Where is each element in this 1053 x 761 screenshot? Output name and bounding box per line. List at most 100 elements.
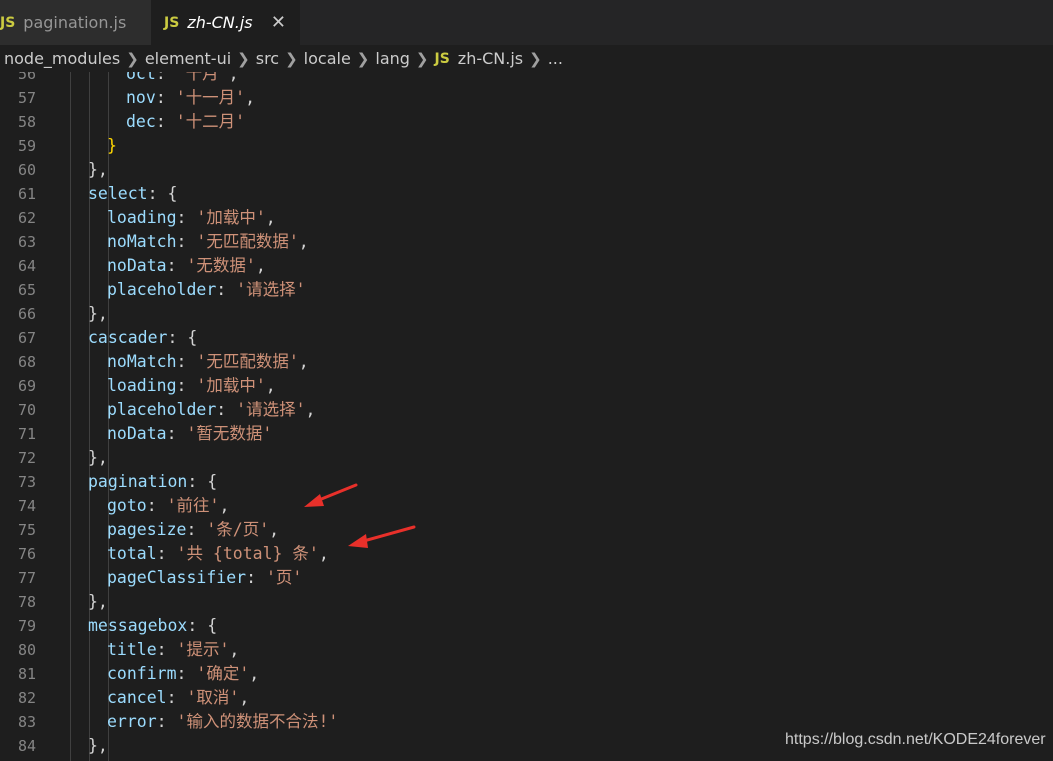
breadcrumb-ellipsis[interactable]: ... (548, 49, 563, 68)
breadcrumb-item-locale[interactable]: locale (304, 49, 351, 68)
line-number: 73 (17, 473, 36, 491)
breadcrumb: node_modules ❯ element-ui ❯ src ❯ locale… (0, 45, 1053, 72)
line-number: 79 (17, 617, 36, 635)
code-line[interactable]: nov: '十一月', (126, 86, 255, 110)
code-line[interactable]: }, (88, 446, 108, 470)
code-line[interactable]: noMatch: '无匹配数据', (107, 350, 309, 374)
code-line[interactable]: goto: '前往', (107, 494, 229, 518)
punctuation: : (246, 568, 266, 587)
line-number: 76 (17, 545, 36, 563)
code-line[interactable]: placeholder: '请选择', (107, 398, 315, 422)
line-number: 58 (17, 113, 36, 131)
code-line[interactable]: cascader: { (88, 326, 197, 350)
punctuation: }, (88, 160, 108, 179)
breadcrumb-item-lang[interactable]: lang (375, 49, 410, 68)
code-line[interactable]: noMatch: '无匹配数据', (107, 230, 309, 254)
tab-zh-cn-js[interactable]: JS zh-CN.js ✕ (151, 0, 300, 45)
watermark-text: https://blog.csdn.net/KODE24forever (785, 731, 1046, 748)
punctuation: : (166, 424, 187, 443)
chevron-right-icon: ❯ (529, 49, 542, 68)
property-key: goto (107, 496, 147, 515)
close-icon[interactable]: ✕ (271, 12, 286, 33)
punctuation: : (156, 544, 177, 563)
punctuation: }, (88, 304, 108, 323)
string-literal: '无匹配数据' (196, 352, 299, 371)
code-line[interactable]: messagebox: { (88, 614, 217, 638)
property-key: select (88, 184, 148, 203)
code-line[interactable]: select: { (88, 182, 177, 206)
string-literal: '十二月' (175, 112, 246, 131)
property-key: pagesize (107, 520, 187, 539)
code-editor[interactable]: 56 57 58 59 60 61 62 63 64 65 66 67 68 69 70 71 72 73 74 75… (0, 72, 1053, 761)
code-line[interactable]: } (107, 134, 117, 158)
punctuation: : (176, 376, 197, 395)
breadcrumb-item-src[interactable]: src (256, 49, 279, 68)
code-line[interactable]: pagination: { (88, 470, 217, 494)
breadcrumb-item-element-ui[interactable]: element-ui (145, 49, 231, 68)
line-number: 62 (17, 209, 36, 227)
punctuation: , (298, 232, 309, 251)
code-line[interactable]: loading: '加载中', (107, 374, 276, 398)
string-literal: '共 {total} 条' (176, 544, 319, 563)
code-line[interactable]: placeholder: '请选择' (107, 278, 306, 302)
punctuation: : (155, 72, 176, 83)
punctuation: , (249, 664, 260, 683)
code-line[interactable]: }, (88, 734, 108, 758)
line-number: 75 (17, 521, 36, 539)
code-line[interactable]: }, (88, 158, 108, 182)
code-line[interactable]: dec: '十二月' (126, 110, 245, 134)
line-number: 60 (17, 161, 36, 179)
string-literal: '取消' (186, 688, 240, 707)
punctuation: , (228, 72, 239, 83)
punctuation: : (176, 352, 197, 371)
tab-pagination-js[interactable]: JS pagination.js (0, 0, 151, 45)
line-number: 83 (17, 713, 36, 731)
property-key: loading (107, 376, 177, 395)
line-number: 84 (17, 737, 36, 755)
code-line[interactable]: error: '输入的数据不合法!' (107, 710, 338, 734)
punctuation: , (269, 520, 280, 539)
code-line[interactable]: }, (88, 590, 108, 614)
line-number: 68 (17, 353, 36, 371)
property-key: title (107, 640, 157, 659)
chevron-right-icon: ❯ (415, 49, 429, 68)
line-number: 57 (17, 89, 36, 107)
code-line[interactable]: title: '提示', (107, 638, 239, 662)
property-key: noMatch (107, 232, 177, 251)
string-literal: '十一月' (175, 88, 246, 107)
indent-guide (70, 72, 71, 761)
property-key: placeholder (107, 280, 217, 299)
code-line[interactable]: oct: '十月', (126, 72, 239, 86)
punctuation: : (176, 232, 197, 251)
breadcrumb-item-node-modules[interactable]: node_modules (4, 49, 120, 68)
code-line[interactable]: noData: '无数据', (107, 254, 266, 278)
property-key: placeholder (107, 400, 217, 419)
js-file-icon: JS (0, 14, 16, 31)
breadcrumb-item-file[interactable]: zh-CN.js (458, 49, 523, 68)
string-literal: '加载中' (196, 376, 266, 395)
code-line[interactable]: loading: '加载中', (107, 206, 276, 230)
punctuation: , (229, 640, 240, 659)
code-line[interactable]: }, (88, 302, 108, 326)
punctuation: , (265, 208, 276, 227)
code-line[interactable]: pageClassifier: '页' (107, 566, 302, 590)
code-line[interactable]: total: '共 {total} 条', (107, 542, 329, 566)
punctuation: , (298, 352, 309, 371)
code-line[interactable]: pagesize: '条/页', (107, 518, 279, 542)
code-line[interactable]: cancel: '取消', (107, 686, 249, 710)
punctuation: : (155, 88, 176, 107)
line-number: 56 (17, 72, 36, 83)
punctuation: , (219, 496, 230, 515)
punctuation: }, (88, 448, 108, 467)
code-line[interactable]: confirm: '确定', (107, 662, 259, 686)
red-arrow-annotation (348, 525, 416, 548)
line-number: 78 (17, 593, 36, 611)
punctuation: : { (187, 616, 218, 635)
punctuation: , (239, 688, 250, 707)
string-literal: '前往' (166, 496, 220, 515)
property-key: error (107, 712, 157, 731)
line-number: 72 (17, 449, 36, 467)
code-line[interactable]: noData: '暂无数据' (107, 422, 272, 446)
string-literal: '无匹配数据' (196, 232, 299, 251)
line-number: 66 (17, 305, 36, 323)
